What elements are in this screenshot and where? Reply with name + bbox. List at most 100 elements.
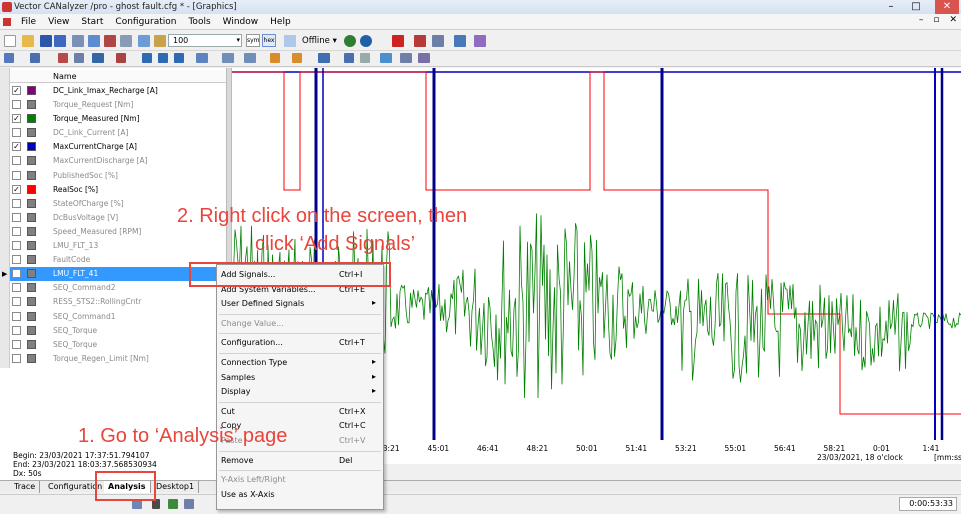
signal-row[interactable]: ✓ RealSoc [%]: [10, 183, 226, 197]
cursor-icon[interactable]: [222, 53, 234, 63]
context-menu-item[interactable]: Use as X-Axis: [217, 488, 383, 502]
export-icon[interactable]: [400, 53, 412, 63]
network-icon[interactable]: [88, 35, 100, 47]
options-icon[interactable]: [418, 53, 430, 63]
signal-color-swatch[interactable]: [27, 212, 36, 222]
context-menu-item[interactable]: Configuration... Ctrl+T: [217, 336, 383, 350]
signal-row[interactable]: Torque_Regen_Limit [Nm]: [10, 352, 226, 366]
panel-handle[interactable]: [0, 68, 10, 368]
signal-color-swatch[interactable]: [27, 339, 36, 349]
hex-button[interactable]: hex: [262, 34, 276, 47]
signal-row[interactable]: SEQ_Torque: [10, 338, 226, 352]
back-icon[interactable]: [270, 53, 280, 63]
minimize-icon[interactable]: –: [880, 0, 902, 14]
signal-visible-checkbox[interactable]: [12, 353, 21, 363]
wave-icon[interactable]: [92, 53, 104, 63]
filter-icon[interactable]: [154, 35, 166, 47]
signal-visible-checkbox[interactable]: ✓: [12, 86, 21, 95]
signal-visible-checkbox[interactable]: [12, 100, 21, 110]
signal-row[interactable]: RESS_STS2::RollingCntr: [10, 295, 226, 309]
zoom-out-icon[interactable]: [158, 53, 168, 63]
signal-color-swatch[interactable]: [27, 353, 36, 363]
save-all-icon[interactable]: [54, 35, 66, 47]
signal-visible-checkbox[interactable]: [12, 170, 21, 180]
signal-color-swatch[interactable]: [27, 297, 36, 307]
maximize-icon[interactable]: □: [905, 0, 927, 14]
layout-icon[interactable]: [74, 53, 84, 63]
signal-visible-checkbox[interactable]: ✓: [12, 114, 21, 124]
print-icon[interactable]: [120, 35, 132, 47]
signal-row[interactable]: ✓ Torque_Measured [Nm]: [10, 112, 226, 126]
save-icon[interactable]: [40, 35, 52, 47]
signal-color-swatch[interactable]: [27, 114, 36, 124]
status-connect-icon[interactable]: [168, 499, 178, 509]
zoom-combo[interactable]: 100 ▾: [168, 34, 242, 47]
forward-icon[interactable]: [292, 53, 302, 63]
chart-icon[interactable]: [380, 53, 392, 63]
zoom-in-icon[interactable]: [142, 53, 152, 63]
window-icon[interactable]: [454, 35, 466, 47]
signal-visible-checkbox[interactable]: [12, 325, 21, 335]
signal-color-swatch[interactable]: [27, 156, 36, 166]
signal-visible-checkbox[interactable]: [12, 269, 21, 279]
signal-visible-checkbox[interactable]: [12, 283, 21, 293]
signal-color-swatch[interactable]: [27, 184, 36, 194]
signal-color-swatch[interactable]: [27, 241, 36, 251]
start-icon[interactable]: [344, 35, 356, 47]
context-menu-item[interactable]: Connection Type ▸: [217, 356, 383, 370]
signal-row[interactable]: MaxCurrentDischarge [A]: [10, 154, 226, 168]
signal-row[interactable]: SEQ_Torque: [10, 324, 226, 338]
signal-visible-checkbox[interactable]: [12, 339, 21, 349]
new-file-icon[interactable]: [4, 35, 16, 47]
signal-color-swatch[interactable]: [27, 100, 36, 110]
menu-window[interactable]: Window: [221, 17, 261, 27]
signal-row[interactable]: SEQ_Command1: [10, 310, 226, 324]
log-icon[interactable]: [414, 35, 426, 47]
signal-visible-checkbox[interactable]: [12, 226, 21, 236]
signal-visible-checkbox[interactable]: [12, 255, 21, 265]
marker-icon[interactable]: [116, 53, 126, 63]
view-icon[interactable]: [318, 53, 330, 63]
database-icon[interactable]: [72, 35, 84, 47]
signal-color-swatch[interactable]: [27, 255, 36, 265]
signal-visible-checkbox[interactable]: [12, 311, 21, 321]
signal-visible-checkbox[interactable]: [12, 198, 21, 208]
signal-list-header[interactable]: Name: [10, 70, 226, 83]
signal-row[interactable]: DC_Link_Current [A]: [10, 126, 226, 140]
panel-icon[interactable]: [104, 35, 116, 47]
signal-visible-checkbox[interactable]: [12, 156, 21, 166]
arrange-icon[interactable]: [474, 35, 486, 47]
online-icon[interactable]: [284, 35, 296, 47]
measure-icon[interactable]: [4, 53, 14, 63]
signal-color-swatch[interactable]: [27, 226, 36, 236]
tab-desktop1[interactable]: Desktop1: [152, 481, 200, 493]
signal-icon[interactable]: [58, 53, 68, 63]
context-menu-item[interactable]: Cut Ctrl+X: [217, 405, 383, 419]
signal-color-swatch[interactable]: [27, 283, 36, 293]
signal-row[interactable]: LMU_FLT_13: [10, 239, 226, 253]
menu-start[interactable]: Start: [79, 17, 105, 27]
tab-trace[interactable]: Trace: [10, 481, 41, 493]
axis-icon[interactable]: [30, 53, 40, 63]
signal-visible-checkbox[interactable]: ✓: [12, 184, 21, 194]
mdi-restore-icon[interactable]: ▫: [933, 15, 939, 25]
context-menu-item[interactable]: Remove Del: [217, 454, 383, 468]
signal-color-swatch[interactable]: [27, 128, 36, 138]
menu-configuration[interactable]: Configuration: [113, 17, 178, 27]
close-icon[interactable]: ✕: [935, 0, 959, 14]
signal-visible-checkbox[interactable]: [12, 297, 21, 307]
scope-icon[interactable]: [196, 53, 208, 63]
menu-view[interactable]: View: [46, 17, 71, 27]
clear-icon[interactable]: [432, 35, 444, 47]
undo-icon[interactable]: [344, 53, 354, 63]
context-menu-item[interactable]: User Defined Signals ▸: [217, 297, 383, 311]
mode-dropdown[interactable]: Offline ▾: [302, 36, 337, 46]
signal-color-swatch[interactable]: [27, 142, 36, 152]
signal-visible-checkbox[interactable]: [12, 212, 21, 222]
signal-visible-checkbox[interactable]: [12, 241, 21, 251]
zoom-icon[interactable]: [138, 35, 150, 47]
signal-color-swatch[interactable]: [27, 170, 36, 180]
menu-tools[interactable]: Tools: [186, 17, 212, 27]
signal-row[interactable]: ✓ MaxCurrentCharge [A]: [10, 140, 226, 154]
context-menu-item[interactable]: Display ▸: [217, 385, 383, 399]
